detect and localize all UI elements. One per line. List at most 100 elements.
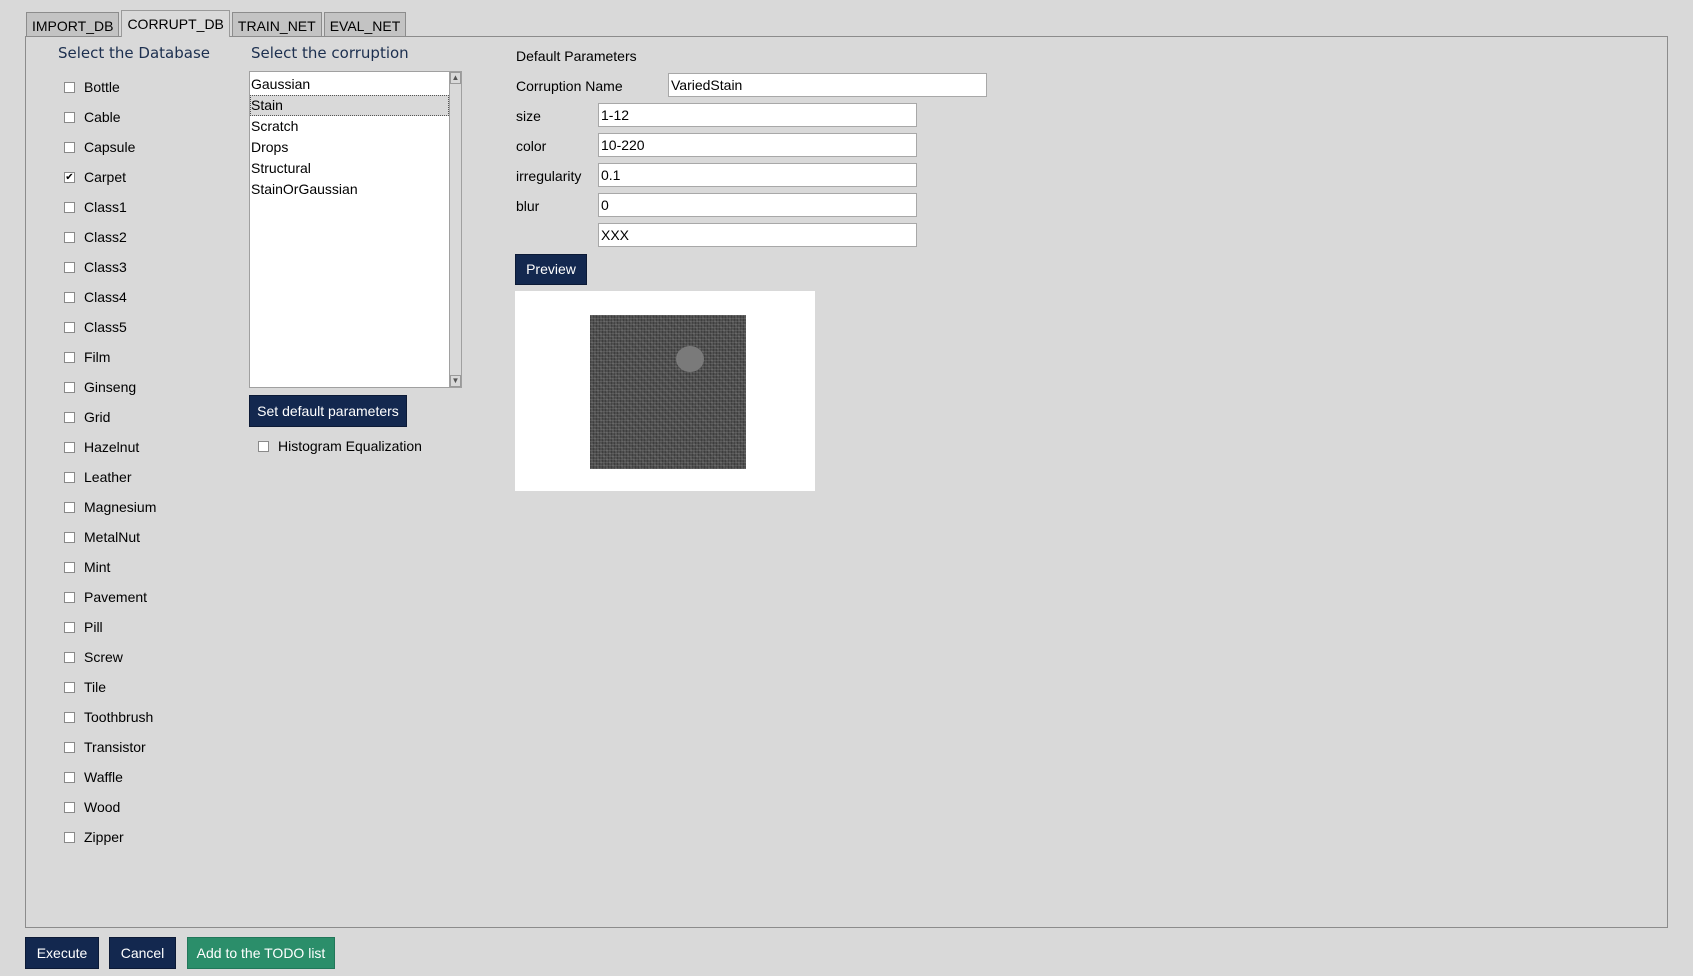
corruption-item-stain[interactable]: Stain [250,95,449,116]
preview-button[interactable]: Preview [515,254,587,285]
checkbox-label: MetalNut [84,529,141,545]
database-option-mint[interactable]: Mint [64,552,156,582]
checkbox-label: Class1 [84,199,127,215]
checkbox-label: Hazelnut [84,439,140,455]
checkbox-hazelnut[interactable] [64,441,75,453]
set-default-parameters-button[interactable]: Set default parameters [249,395,407,427]
corruption-name-input[interactable]: VariedStain [668,73,987,97]
checkbox-label: Leather [84,469,132,485]
database-option-pavement[interactable]: Pavement [64,582,156,612]
database-option-class5[interactable]: Class5 [64,312,156,342]
histogram-equalization-label: Histogram Equalization [278,438,422,454]
stain-spot [676,346,704,372]
checkbox-label: Toothbrush [84,709,154,725]
checkbox-class4[interactable] [64,291,75,303]
checkbox-class3[interactable] [64,261,75,273]
database-option-ginseng[interactable]: Ginseng [64,372,156,402]
corruption-listbox[interactable]: Gaussian Stain Scratch Drops Structural Stain… [249,71,462,388]
checkbox-carpet[interactable]: ✔ [64,171,75,183]
corruption-item-gaussian[interactable]: Gaussian [250,74,449,95]
corruption-item-scratch[interactable]: Scratch [250,116,449,137]
checkbox-label: Pill [84,619,103,635]
checkbox-pill[interactable] [64,621,75,633]
database-option-class4[interactable]: Class4 [64,282,156,312]
tab-corrupt-db[interactable]: CORRUPT_DB [121,10,230,37]
database-option-class2[interactable]: Class2 [64,222,156,252]
database-option-grid[interactable]: Grid [64,402,156,432]
database-option-pill[interactable]: Pill [64,612,156,642]
listbox-scrollbar[interactable]: ▲ ▼ [449,72,461,387]
database-option-bottle[interactable]: Bottle [64,72,156,102]
database-option-carpet[interactable]: ✔ Carpet [64,162,156,192]
carpet-preview-image [590,315,746,469]
database-option-tile[interactable]: Tile [64,672,156,702]
checkbox-label: Ginseng [84,379,137,395]
histogram-equalization-checkbox[interactable] [258,440,269,452]
add-to-todo-button[interactable]: Add to the TODO list [187,937,335,969]
checkbox-toothbrush[interactable] [64,711,75,723]
color-input[interactable]: 10-220 [598,133,917,157]
database-checkbox-list: Bottle Cable Capsule ✔ Carpet Class1 Class2 Cla… [64,72,156,852]
corruption-item-stainorgaussian[interactable]: StainOrGaussian [250,179,449,200]
database-option-waffle[interactable]: Waffle [64,762,156,792]
database-option-metalnut[interactable]: MetalNut [64,522,156,552]
database-option-capsule[interactable]: Capsule [64,132,156,162]
corruption-item-drops[interactable]: Drops [250,137,449,158]
extra-parameter-input[interactable]: XXX [598,223,917,247]
irregularity-input[interactable]: 0.1 [598,163,917,187]
checkbox-class2[interactable] [64,231,75,243]
irregularity-label: irregularity [516,168,582,184]
blur-label: blur [516,198,540,214]
checkbox-grid[interactable] [64,411,75,423]
color-label: color [516,138,547,154]
checkbox-leather[interactable] [64,471,75,483]
scroll-up-arrow-icon[interactable]: ▲ [450,72,461,84]
database-option-toothbrush[interactable]: Toothbrush [64,702,156,732]
database-option-wood[interactable]: Wood [64,792,156,822]
checkbox-capsule[interactable] [64,141,75,153]
checkbox-pavement[interactable] [64,591,75,603]
corruption-item-structural[interactable]: Structural [250,158,449,179]
database-option-screw[interactable]: Screw [64,642,156,672]
checkbox-screw[interactable] [64,651,75,663]
checkbox-ginseng[interactable] [64,381,75,393]
size-input[interactable]: 1-12 [598,103,917,127]
execute-button[interactable]: Execute [25,937,99,969]
database-option-leather[interactable]: Leather [64,462,156,492]
scroll-down-arrow-icon[interactable]: ▼ [450,375,461,387]
checkbox-class1[interactable] [64,201,75,213]
checkbox-cable[interactable] [64,111,75,123]
blur-input[interactable]: 0 [598,193,917,217]
checkbox-mint[interactable] [64,561,75,573]
checkbox-transistor[interactable] [64,741,75,753]
database-option-class3[interactable]: Class3 [64,252,156,282]
checkbox-bottle[interactable] [64,81,75,93]
database-option-class1[interactable]: Class1 [64,192,156,222]
checkbox-label: Pavement [84,589,148,605]
checkbox-label: Tile [84,679,107,695]
checkbox-waffle[interactable] [64,771,75,783]
checkbox-magnesium[interactable] [64,501,75,513]
database-option-film[interactable]: Film [64,342,156,372]
database-option-magnesium[interactable]: Magnesium [64,492,156,522]
database-option-zipper[interactable]: Zipper [64,822,156,852]
checkbox-class5[interactable] [64,321,75,333]
checkbox-film[interactable] [64,351,75,363]
histogram-equalization-option[interactable]: Histogram Equalization [258,438,422,454]
checkbox-wood[interactable] [64,801,75,813]
checkbox-label: Mint [84,559,111,575]
checkbox-tile[interactable] [64,681,75,693]
checkbox-metalnut[interactable] [64,531,75,543]
tab-eval-net[interactable]: EVAL_NET [323,12,407,36]
tab-import-db[interactable]: IMPORT_DB [26,12,120,36]
database-option-transistor[interactable]: Transistor [64,732,156,762]
checkbox-label: Class4 [84,289,127,305]
checkbox-zipper[interactable] [64,831,75,843]
tab-train-net[interactable]: TRAIN_NET [231,12,322,36]
cancel-button[interactable]: Cancel [109,937,176,969]
checkbox-label: Grid [84,409,111,425]
database-option-hazelnut[interactable]: Hazelnut [64,432,156,462]
corruption-name-label: Corruption Name [516,78,623,94]
checkbox-label: Transistor [84,739,146,755]
database-option-cable[interactable]: Cable [64,102,156,132]
